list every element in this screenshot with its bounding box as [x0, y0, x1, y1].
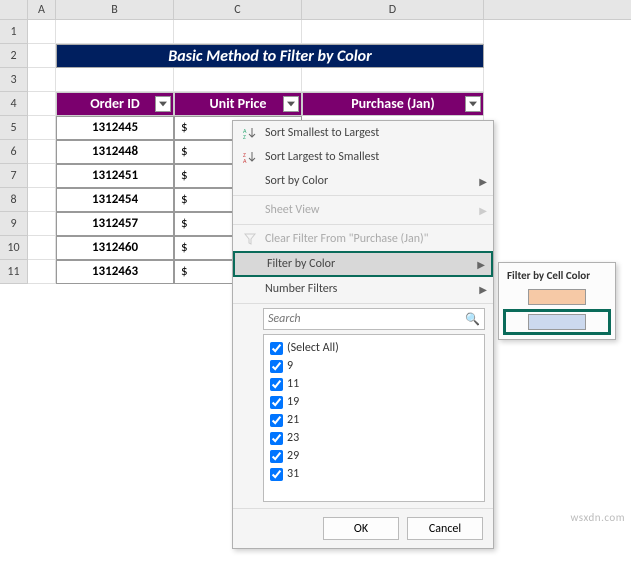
search-input[interactable]: 🔍 — [263, 308, 485, 330]
row-headers: 1 2 3 4 5 6 7 8 9 10 11 — [0, 20, 28, 284]
sort-by-color[interactable]: Sort by Color ▶ — [233, 169, 493, 193]
sheet-view: Sheet View ▶ — [233, 198, 493, 222]
sort-descending[interactable]: ZA Sort Largest to Smallest — [233, 145, 493, 169]
cell-color-blue-highlight — [503, 309, 611, 335]
clear-filter-icon — [239, 232, 261, 246]
cell-color-blue[interactable] — [528, 314, 586, 330]
cancel-button[interactable]: Cancel — [407, 517, 483, 540]
watermark: wsxdn.com — [571, 511, 625, 524]
filter-by-color[interactable]: Filter by Color ▶ — [233, 251, 493, 277]
filter-value[interactable]: 19 — [270, 393, 478, 411]
filter-value[interactable]: 31 — [270, 465, 478, 483]
row-3[interactable]: 3 — [0, 68, 27, 92]
submenu-title: Filter by Cell Color — [503, 267, 611, 286]
filter-button-order-id[interactable] — [155, 96, 171, 112]
filter-values-list[interactable]: (Select All) 9 11 19 21 23 29 31 — [263, 334, 485, 502]
filter-value[interactable]: 9 — [270, 357, 478, 375]
filter-value[interactable]: 23 — [270, 429, 478, 447]
svg-text:A: A — [243, 157, 247, 164]
header-order-id: Order ID — [56, 92, 174, 116]
col-D[interactable]: D — [302, 0, 484, 19]
col-A[interactable]: A — [28, 0, 56, 19]
search-icon: 🔍 — [465, 312, 480, 327]
corner-cell — [0, 0, 28, 19]
sort-asc-icon: AZ — [239, 126, 261, 140]
col-C[interactable]: C — [174, 0, 302, 19]
cell-color-orange[interactable] — [528, 289, 586, 305]
chevron-right-icon: ▶ — [477, 258, 485, 271]
row-9[interactable]: 9 — [0, 212, 27, 236]
header-unit-price: Unit Price — [174, 92, 302, 116]
filter-button-purchase[interactable] — [465, 96, 481, 112]
page-title: Basic Method to Filter by Color — [56, 44, 484, 68]
filter-button-unit-price[interactable] — [283, 96, 299, 112]
row-2[interactable]: 2 — [0, 44, 27, 68]
number-filters[interactable]: Number Filters ▶ — [233, 277, 493, 301]
row-11[interactable]: 11 — [0, 260, 27, 284]
ok-button[interactable]: OK — [323, 517, 399, 540]
row-8[interactable]: 8 — [0, 188, 27, 212]
filter-value[interactable]: 21 — [270, 411, 478, 429]
select-all-checkbox[interactable]: (Select All) — [270, 339, 478, 357]
row-5[interactable]: 5 — [0, 116, 27, 140]
svg-text:Z: Z — [243, 133, 246, 140]
clear-filter: Clear Filter From "Purchase (Jan)" — [233, 227, 493, 251]
row-10[interactable]: 10 — [0, 236, 27, 260]
header-purchase: Purchase (Jan) — [302, 92, 484, 116]
sort-ascending[interactable]: AZ Sort Smallest to Largest — [233, 121, 493, 145]
col-B[interactable]: B — [56, 0, 174, 19]
chevron-right-icon: ▶ — [479, 175, 487, 188]
filter-value[interactable]: 29 — [270, 447, 478, 465]
column-headers: A B C D — [0, 0, 631, 20]
row-6[interactable]: 6 — [0, 140, 27, 164]
filter-menu: AZ Sort Smallest to Largest ZA Sort Larg… — [232, 120, 494, 549]
sort-desc-icon: ZA — [239, 150, 261, 164]
filter-by-color-submenu: Filter by Cell Color — [498, 262, 616, 340]
row-1[interactable]: 1 — [0, 20, 27, 44]
row-7[interactable]: 7 — [0, 164, 27, 188]
row-4[interactable]: 4 — [0, 92, 27, 116]
chevron-right-icon: ▶ — [479, 283, 487, 296]
filter-value[interactable]: 11 — [270, 375, 478, 393]
